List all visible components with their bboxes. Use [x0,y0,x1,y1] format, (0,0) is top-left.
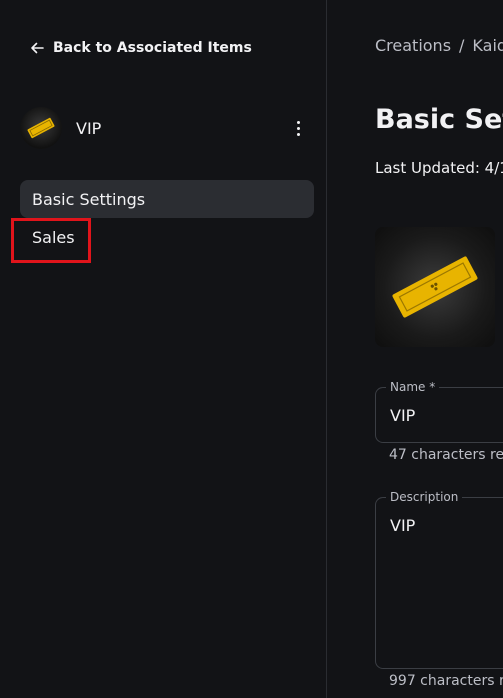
name-char-count: 47 characters rem [389,447,503,463]
more-options-icon[interactable] [286,116,310,140]
name-field-label: Name * [386,380,440,394]
sidebar-item-label: Basic Settings [32,189,146,209]
sidebar-item-basic-settings[interactable]: Basic Settings [20,180,314,218]
description-field-value: VIP [390,516,416,535]
ticket-icon [392,256,478,318]
page-title: Basic Sett [375,104,503,135]
item-image[interactable] [375,227,495,347]
description-field[interactable]: Description VIP [375,490,503,669]
item-header: VIP [20,106,310,150]
breadcrumb-item-experience[interactable]: Kaide [472,36,503,55]
breadcrumb: Creations / Kaide [375,36,503,55]
sidebar-item-sales[interactable]: Sales [20,218,314,256]
back-link-label: Back to Associated Items [53,40,252,56]
breadcrumb-separator: / [459,36,465,55]
main-content: Creations / Kaide Basic Sett Last Updated:… [328,0,503,698]
description-field-label: Description [386,490,463,504]
sidebar-item-label: Sales [32,227,75,247]
sidebar-nav: Basic Settings Sales [20,180,314,256]
name-field-value: VIP [390,406,416,425]
ticket-icon [27,117,55,139]
item-thumbnail [20,107,62,149]
last-updated-text: Last Updated: 4/18 [375,159,503,177]
item-name: VIP [76,118,102,138]
name-field[interactable]: Name * VIP [375,380,503,443]
description-char-count: 997 characters rem [389,673,503,689]
breadcrumb-item-creations[interactable]: Creations [375,36,451,55]
arrow-left-icon [31,42,44,54]
back-to-associated-items-link[interactable]: Back to Associated Items [30,40,252,56]
sidebar: Back to Associated Items VIP Basic Setti… [0,0,327,698]
